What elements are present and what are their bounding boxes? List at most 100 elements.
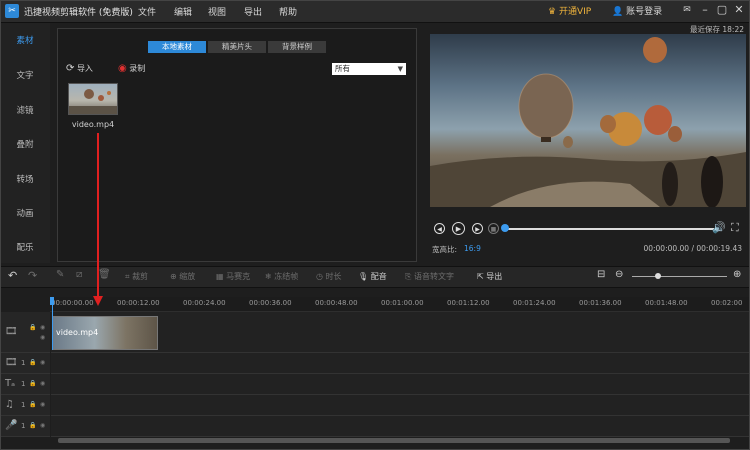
play-button[interactable]: ▶ — [452, 222, 465, 235]
redo-icon[interactable]: ↷ — [28, 269, 37, 282]
menu-view[interactable]: 视图 — [208, 5, 226, 18]
ruler-tick: 00:00:36.00 — [249, 299, 292, 307]
freeze-label: 冻结帧 — [274, 272, 299, 281]
ruler-tick: 00:01:48.00 — [645, 299, 688, 307]
playhead-handle[interactable] — [50, 297, 54, 305]
ruler-tick: 00:01:12.00 — [447, 299, 490, 307]
dubbing-button[interactable]: 🎙 配音 — [358, 271, 387, 282]
ruler-tick: 00:01:24.00 — [513, 299, 556, 307]
nav-item-filter[interactable]: 滤镜 — [0, 104, 50, 116]
filter-value: 所有 — [335, 64, 350, 73]
progress-track[interactable] — [504, 228, 714, 230]
split-icon[interactable]: ⧄ — [76, 269, 82, 280]
edit-toolbar: ↶ ↷ ✎ ⧄ 🗑 ⌗ 裁剪 ⊕ 缩放 ▦ 马赛克 ❄ 冻结帧 ◷ 时长 🎙 配… — [0, 266, 750, 288]
track-row-overlay[interactable] — [51, 353, 750, 374]
film-icon: 🎞 — [5, 326, 18, 337]
mute-icon[interactable]: ◉ — [40, 334, 45, 341]
playhead[interactable] — [52, 305, 53, 350]
mute-icon[interactable]: ◉ — [40, 401, 45, 408]
fullscreen-icon[interactable]: ⛶ — [731, 221, 739, 235]
track-number: 1 — [21, 380, 26, 388]
vip-button[interactable]: ♛ 开通VIP — [548, 4, 591, 17]
timeline-clip[interactable]: video.mp4 — [52, 316, 158, 350]
delete-icon[interactable]: 🗑 — [98, 269, 111, 280]
menu-file[interactable]: 文件 — [138, 5, 156, 18]
speech-to-text-button[interactable]: ⎘ 语音转文字 — [405, 271, 454, 282]
export-label: 导出 — [486, 272, 503, 281]
nav-item-music[interactable]: 配乐 — [0, 241, 50, 253]
track-number: 1 — [21, 422, 26, 430]
timeline-ruler[interactable]: 00:00:00.00 00:00:12.00 00:00:24.00 00:0… — [50, 297, 750, 312]
prev-frame-button[interactable]: ◀ — [434, 223, 445, 234]
tab-local-material[interactable]: 本地素材 — [148, 41, 206, 53]
freeze-frame-button[interactable]: ❄ 冻结帧 — [265, 271, 298, 282]
close-icon[interactable]: ✕ — [732, 3, 746, 17]
import-button[interactable]: ⟳ 导入 — [66, 63, 93, 74]
volume-icon[interactable]: 🔊 — [712, 221, 726, 234]
login-label: 账号登录 — [626, 7, 663, 17]
mosaic-button[interactable]: ▦ 马赛克 — [216, 271, 250, 282]
feedback-icon[interactable]: ✉ — [680, 3, 694, 17]
lock-icon[interactable]: 🔒 — [29, 401, 36, 408]
clip-label: video.mp4 — [56, 328, 99, 337]
track-row-music[interactable] — [51, 395, 750, 416]
visibility-icon[interactable]: ◉ — [40, 380, 45, 387]
nav-item-transition[interactable]: 转场 — [0, 173, 50, 185]
visibility-icon[interactable]: ◉ — [40, 324, 45, 331]
video-preview[interactable] — [430, 34, 746, 207]
export-icon: ⇱ — [477, 272, 484, 281]
fit-timeline-icon[interactable]: ⊟ — [597, 269, 605, 280]
ruler-tick: 00:00:00.00 — [51, 299, 94, 307]
media-thumbnail[interactable] — [68, 83, 118, 115]
annotation-arrow-line — [97, 133, 99, 299]
crop-button[interactable]: ⌗ 裁剪 — [125, 271, 148, 282]
filter-select[interactable]: 所有 ▼ — [332, 63, 406, 75]
app-logo-icon: ✂ — [5, 4, 19, 18]
lock-icon[interactable]: 🔒 — [29, 359, 36, 366]
nav-item-animation[interactable]: 动画 — [0, 207, 50, 219]
menu-help[interactable]: 帮助 — [279, 5, 297, 18]
nav-item-material[interactable]: 素材 — [0, 34, 50, 46]
edit-icon[interactable]: ✎ — [56, 269, 64, 280]
record-label: 录制 — [129, 64, 146, 73]
next-frame-button[interactable]: ▶ — [472, 223, 483, 234]
nav-item-overlay[interactable]: 叠附 — [0, 138, 50, 150]
ruler-tick: 00:00:12.00 — [117, 299, 160, 307]
login-button[interactable]: 👤 账号登录 — [612, 4, 662, 17]
user-icon: 👤 — [612, 7, 624, 17]
lock-icon[interactable]: 🔒 — [29, 380, 36, 387]
duration-button[interactable]: ◷ 时长 — [316, 271, 342, 282]
menu-edit[interactable]: 编辑 — [174, 5, 192, 18]
minimize-icon[interactable]: – — [698, 3, 712, 17]
zoom-out-icon[interactable]: ⊖ — [615, 269, 623, 280]
import-icon: ⟳ — [66, 63, 75, 74]
record-button[interactable]: ◉ 录制 — [118, 63, 145, 74]
lock-icon[interactable]: 🔒 — [29, 324, 36, 331]
stop-button[interactable]: ■ — [488, 223, 499, 234]
export-button[interactable]: ⇱ 导出 — [477, 271, 502, 282]
track-number: 1 — [21, 401, 26, 409]
track-row-text[interactable] — [51, 374, 750, 395]
lock-icon[interactable]: 🔒 — [29, 422, 36, 429]
maximize-icon[interactable]: ▢ — [715, 3, 729, 17]
zoom-slider-knob[interactable] — [655, 273, 661, 279]
timeline-scrollbar[interactable] — [58, 438, 730, 443]
visibility-icon[interactable]: ◉ — [40, 359, 45, 366]
speech-to-text-label: 语音转文字 — [413, 272, 454, 281]
dubbing-label: 配音 — [370, 272, 387, 281]
zoom-slider-track[interactable] — [632, 276, 727, 277]
vip-label: 开通VIP — [558, 7, 592, 17]
tab-intros[interactable]: 精美片头 — [208, 41, 266, 53]
zoom-in-icon[interactable]: ⊕ — [733, 269, 741, 280]
menu-export[interactable]: 导出 — [244, 5, 262, 18]
undo-icon[interactable]: ↶ — [8, 269, 17, 282]
track-row-voice[interactable] — [51, 416, 750, 437]
progress-knob[interactable] — [501, 224, 509, 232]
nav-item-text[interactable]: 文字 — [0, 69, 50, 81]
aspect-ratio-value[interactable]: 16:9 — [464, 244, 481, 253]
track-head-music: ♫ 1 🔒 ◉ — [0, 395, 50, 416]
ruler-tick: 00:01:36.00 — [579, 299, 622, 307]
tab-backgrounds[interactable]: 背景样例 — [268, 41, 326, 53]
zoom-tool-button[interactable]: ⊕ 缩放 — [170, 271, 195, 282]
mute-icon[interactable]: ◉ — [40, 422, 45, 429]
